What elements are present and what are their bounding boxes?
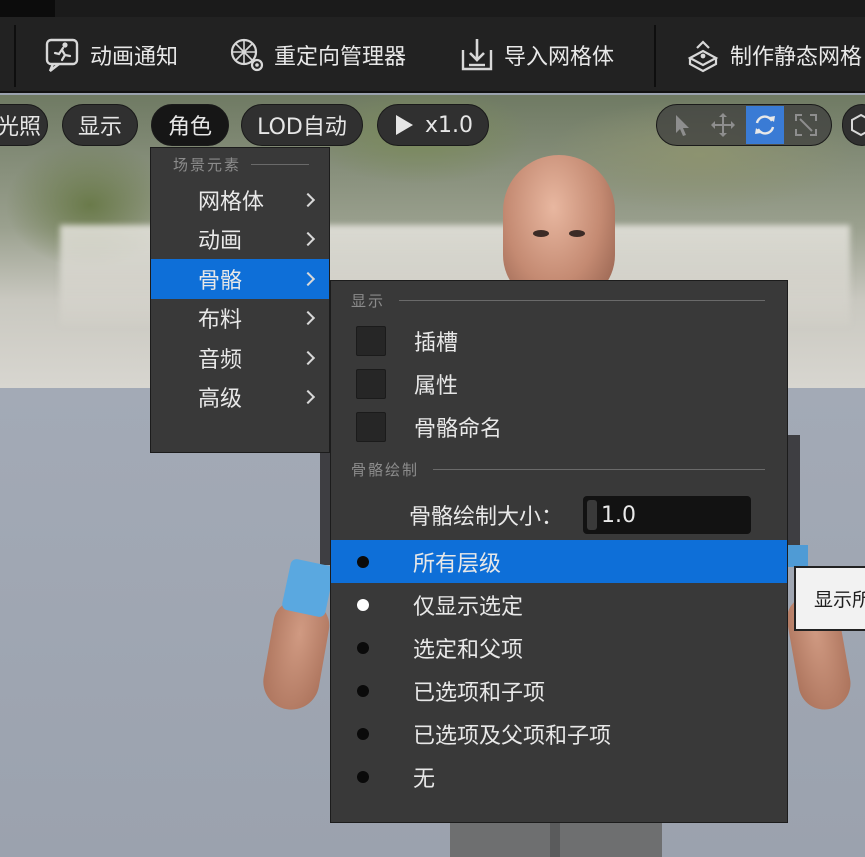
menu-item-mesh[interactable]: 网格体 (151, 180, 329, 220)
menu-item-audio[interactable]: 音频 (151, 338, 329, 378)
retarget-manager-button[interactable]: 重定向管理器 (228, 33, 406, 77)
bone-names-checkbox[interactable] (356, 411, 386, 442)
scene-elements-label: 场景元素 (173, 155, 242, 174)
transform-tools (656, 104, 832, 146)
scale-icon (795, 114, 818, 136)
play-speed-button[interactable]: x1.0 (377, 104, 489, 146)
menu-item-label: 动画 (198, 229, 243, 255)
make-static-mesh-icon (687, 40, 719, 73)
attributes-toggle[interactable]: 属性 (331, 362, 787, 405)
menu-item-advanced[interactable]: 高级 (151, 378, 329, 418)
menu-item-label: 网格体 (198, 189, 265, 215)
menu-item-label: 音频 (198, 347, 243, 373)
radio-dot-icon (357, 684, 369, 697)
option-label: 已选项和子项 (413, 680, 546, 706)
camera-icon (851, 113, 865, 137)
radio-selected-icon (357, 598, 369, 611)
option-label: 选定和父项 (413, 637, 524, 663)
scene-elements-header: 场景元素 (151, 148, 329, 180)
character-pants (450, 823, 662, 857)
lod-label: LOD自动 (257, 115, 347, 140)
option-selected-parents-children[interactable]: 已选项及父项和子项 (331, 712, 787, 755)
option-selected-only[interactable]: 仅显示选定 (331, 583, 787, 626)
play-speed-label: x1.0 (424, 112, 473, 138)
chevron-right-icon (300, 271, 316, 286)
chevron-right-icon (300, 350, 316, 365)
anim-notify-label: 动画通知 (90, 45, 179, 70)
lod-button[interactable]: LOD自动 (241, 104, 363, 146)
radio-dot-icon (357, 770, 369, 783)
chevron-right-icon (300, 311, 316, 326)
title-strip (0, 0, 865, 17)
bone-names-label: 骨骼命名 (414, 416, 503, 442)
menu-item-animation[interactable]: 动画 (151, 220, 329, 260)
option-selected-and-parents[interactable]: 选定和父项 (331, 626, 787, 669)
radio-dot-icon (357, 555, 369, 568)
retarget-manager-label: 重定向管理器 (274, 45, 407, 70)
option-selected-and-children[interactable]: 已选项和子项 (331, 669, 787, 712)
attributes-label: 属性 (414, 373, 459, 399)
skeleton-submenu: 显示 插槽 属性 骨骼命名 骨骼绘制 骨骼绘制大小： 1.0 所有层级 仅显示选… (330, 280, 788, 823)
chevron-right-icon (300, 390, 316, 405)
option-label: 无 (413, 766, 436, 792)
scale-tool-button[interactable] (788, 106, 826, 144)
option-label: 已选项及父项和子项 (413, 723, 612, 749)
toolbar-separator (14, 25, 16, 87)
attributes-checkbox[interactable] (356, 368, 386, 399)
show-button[interactable]: 显示 (62, 104, 138, 146)
asset-toolbar: 动画通知 重定向管理器 导入网格体 制作静态网格 (0, 17, 865, 93)
anim-notify-button[interactable]: 动画通知 (44, 33, 178, 77)
move-icon (711, 113, 736, 137)
select-tool-button[interactable] (663, 106, 701, 144)
character-button[interactable]: 角色 (151, 104, 229, 146)
import-mesh-label: 导入网格体 (504, 45, 615, 70)
sockets-label: 插槽 (414, 330, 459, 356)
character-menu: 场景元素 网格体 动画 骨骼 布料 音频 高级 (150, 147, 330, 453)
option-none[interactable]: 无 (331, 755, 787, 798)
show-label: 显示 (77, 115, 122, 140)
import-mesh-icon (461, 39, 493, 71)
make-static-mesh-label: 制作静态网格 (730, 45, 863, 70)
menu-item-label: 骨骼 (198, 268, 243, 294)
bone-draw-size-row: 骨骼绘制大小： 1.0 (331, 490, 787, 540)
bone-draw-size-value: 1.0 (601, 502, 637, 528)
lighting-label: 光照 (0, 115, 41, 140)
chevron-right-icon (300, 192, 316, 207)
bone-drawing-section-header: 骨骼绘制 (331, 448, 787, 490)
rotate-icon (754, 115, 775, 135)
sockets-checkbox[interactable] (356, 325, 386, 356)
anim-notify-icon (45, 38, 79, 72)
select-arrow-icon (675, 115, 689, 136)
lighting-button[interactable]: 光照 (0, 104, 48, 146)
tooltip-text: 显示所 (814, 589, 865, 611)
character-right-sleeve (788, 545, 808, 567)
move-tool-button[interactable] (705, 106, 743, 144)
menu-item-cloth[interactable]: 布料 (151, 299, 329, 339)
menu-item-label: 布料 (198, 308, 243, 334)
bone-draw-size-label: 骨骼绘制大小： (409, 505, 564, 530)
option-all-hierarchy[interactable]: 所有层级 (331, 540, 787, 583)
option-label: 仅显示选定 (413, 594, 524, 620)
retarget-manager-icon (230, 38, 264, 72)
spinbox-grip[interactable] (587, 500, 598, 530)
toolbar-separator (654, 25, 656, 87)
character-label: 角色 (167, 115, 212, 140)
menu-item-label: 高级 (198, 387, 243, 413)
display-section-header: 显示 (331, 281, 787, 319)
bone-draw-size-input[interactable]: 1.0 (583, 496, 752, 534)
display-section-label: 显示 (351, 291, 386, 310)
bone-names-toggle[interactable]: 骨骼命名 (331, 405, 787, 448)
make-static-mesh-button[interactable]: 制作静态网格 (684, 33, 862, 77)
menu-item-skeleton[interactable]: 骨骼 (151, 259, 329, 299)
chevron-right-icon (300, 232, 316, 247)
sockets-toggle[interactable]: 插槽 (331, 319, 787, 362)
play-icon (395, 115, 413, 135)
rotate-tool-button[interactable] (746, 106, 784, 144)
import-mesh-button[interactable]: 导入网格体 (458, 33, 614, 77)
bone-drawing-section-label: 骨骼绘制 (351, 460, 420, 479)
radio-dot-icon (357, 641, 369, 654)
radio-dot-icon (357, 727, 369, 740)
tooltip: 显示所 (794, 566, 865, 631)
option-label: 所有层级 (413, 551, 502, 577)
